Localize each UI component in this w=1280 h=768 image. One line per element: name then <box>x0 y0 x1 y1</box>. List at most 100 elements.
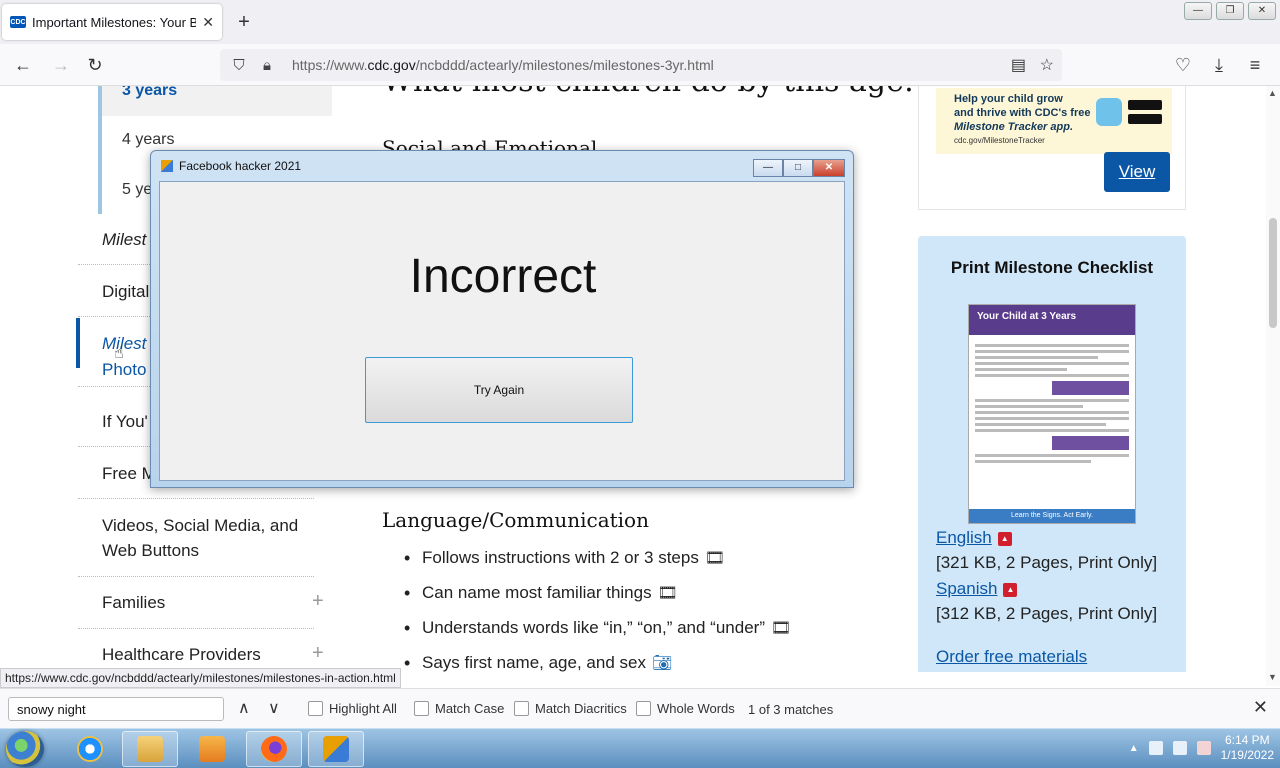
sidebar-subitem-5-years[interactable]: 5 ye <box>122 181 152 199</box>
close-tab-icon[interactable]: ✕ <box>202 14 214 31</box>
lock-icon[interactable]: 🔒︎ <box>256 57 278 74</box>
print-checklist-panel: Print Milestone Checklist Your Child at … <box>918 236 1186 672</box>
sidebar-subitem-4-years[interactable]: 4 years <box>122 131 174 149</box>
dialog-close-button[interactable]: ✕ <box>813 159 845 177</box>
reload-icon[interactable]: ↻ <box>84 54 106 76</box>
minimize-button[interactable]: — <box>1184 2 1212 20</box>
start-button-icon[interactable] <box>6 731 44 767</box>
url-text[interactable]: https://www.cdc.gov/ncbddd/actearly/mile… <box>292 57 714 73</box>
match-case-checkbox[interactable]: Match Case <box>414 701 504 716</box>
cdc-favicon-icon: CDC <box>10 16 26 28</box>
pdf-icon: ▲ <box>997 531 1012 546</box>
checkbox-box[interactable] <box>414 701 429 716</box>
promo-line: Milestone Tracker app. <box>954 121 1074 133</box>
list-item: Says first name, age, and sex 📷︎ <box>404 651 791 672</box>
checkbox-label: Match Diacritics <box>535 701 627 716</box>
reader-view-icon[interactable]: ▤ <box>1011 55 1026 75</box>
checkbox-box[interactable] <box>514 701 529 716</box>
tab-strip: CDC Important Milestones: Your Bab ✕ + —… <box>0 0 1280 44</box>
back-icon[interactable]: ← <box>12 54 34 76</box>
match-count: 1 of 3 matches <box>748 702 834 717</box>
spanish-pdf-link[interactable]: Spanish ▲ <box>936 579 1018 599</box>
downloads-icon[interactable]: ⤓ <box>1208 54 1230 76</box>
restore-button[interactable]: ❐ <box>1216 2 1244 20</box>
windows-taskbar: ▲ 6:14 PM 1/19/2022 <box>0 728 1280 768</box>
video-icon[interactable]: 🎞︎ <box>705 547 725 571</box>
list-item-text: Follows instructions with 2 or 3 steps <box>422 548 699 567</box>
try-again-button[interactable]: Try Again <box>365 357 633 423</box>
taskbar-hacker-app[interactable] <box>308 731 364 767</box>
system-tray: ▲ 6:14 PM 1/19/2022 <box>1129 733 1274 763</box>
close-find-bar-icon[interactable]: ✕ <box>1253 697 1268 718</box>
taskbar-internet-explorer[interactable] <box>62 731 118 767</box>
checkbox-label: Highlight All <box>329 701 397 716</box>
scroll-up-icon[interactable]: ▲ <box>1268 88 1277 98</box>
sidebar-item-milestones[interactable]: Milest <box>102 230 146 250</box>
promo-line: Help your child grow <box>954 93 1063 105</box>
milestone-tracker-promo[interactable]: Help your child grow and thrive with CDC… <box>936 88 1172 154</box>
new-tab-button[interactable]: + <box>232 10 256 34</box>
english-pdf-link[interactable]: English ▲ <box>936 528 1012 548</box>
browser-tab[interactable]: CDC Important Milestones: Your Bab ✕ <box>2 4 222 40</box>
sidebar-item-milestones-photos[interactable]: Milest <box>102 334 146 354</box>
match-diacritics-checkbox[interactable]: Match Diacritics <box>514 701 627 716</box>
sidebar-subitem-3-years[interactable]: 3 years <box>122 86 177 100</box>
whole-words-checkbox[interactable]: Whole Words <box>636 701 735 716</box>
pocket-icon[interactable]: ♡ <box>1172 54 1194 76</box>
network-icon[interactable] <box>1172 741 1187 755</box>
page-scrollbar[interactable]: ▲ ▼ <box>1266 86 1280 686</box>
divider <box>78 628 314 629</box>
sidebar-item-healthcare-providers[interactable]: Healthcare Providers <box>102 645 261 665</box>
spanish-file-info: [312 KB, 2 Pages, Print Only] <box>936 604 1158 623</box>
list-item: Follows instructions with 2 or 3 steps 🎞︎ <box>404 546 791 581</box>
checklist-thumbnail[interactable]: Your Child at 3 Years Learn the Signs. A… <box>968 304 1136 524</box>
sidebar-item-photos[interactable]: Photo <box>102 360 146 380</box>
action-center-flag-icon[interactable] <box>1148 741 1163 755</box>
scrollbar-thumb[interactable] <box>1269 218 1277 328</box>
sidebar-item-digital[interactable]: Digital <box>102 282 149 302</box>
taskbar-file-explorer[interactable] <box>122 731 178 767</box>
sidebar-item-videos-line2[interactable]: Web Buttons <box>102 541 199 561</box>
dialog-minimize-button[interactable]: — <box>753 159 783 177</box>
menu-icon[interactable]: ≡ <box>1244 54 1266 76</box>
find-next-icon[interactable]: ∨ <box>268 698 280 718</box>
dialog-titlebar: Facebook hacker 2021 <box>161 159 301 173</box>
sidebar-item-families[interactable]: Families <box>102 593 165 613</box>
forward-icon[interactable]: → <box>50 54 72 76</box>
dialog-title: Facebook hacker 2021 <box>179 159 302 173</box>
checkbox-box[interactable] <box>636 701 651 716</box>
checklist-title: Print Milestone Checklist <box>950 258 1154 277</box>
camera-icon[interactable]: 📷︎ <box>652 652 672 672</box>
page-heading: What most children do by this age: <box>382 86 914 99</box>
sidebar-item-free-materials[interactable]: Free M <box>102 464 156 484</box>
system-clock[interactable]: 6:14 PM 1/19/2022 <box>1221 733 1274 763</box>
expand-healthcare-icon[interactable]: + <box>312 642 324 665</box>
shield-icon[interactable]: ⛉ <box>228 57 250 74</box>
video-icon[interactable]: 🎞︎ <box>771 617 791 641</box>
scroll-down-icon[interactable]: ▼ <box>1268 672 1277 682</box>
taskbar-media-player[interactable] <box>184 731 240 767</box>
close-window-button[interactable]: ✕ <box>1248 2 1276 20</box>
list-item-text: Says first name, age, and sex <box>422 653 646 672</box>
find-previous-icon[interactable]: ∧ <box>238 698 250 718</box>
navigation-toolbar: ← → ↻ ⛉ 🔒︎ https://www.cdc.gov/ncbddd/ac… <box>0 44 1280 86</box>
expand-families-icon[interactable]: + <box>312 590 324 613</box>
address-bar[interactable]: ⛉ 🔒︎ https://www.cdc.gov/ncbddd/actearly… <box>220 49 1062 81</box>
find-input[interactable] <box>8 697 224 721</box>
video-icon[interactable]: 🎞︎ <box>658 582 678 606</box>
sidebar-item-videos-line1[interactable]: Videos, Social Media, and <box>102 516 298 536</box>
thumbnail-header: Your Child at 3 Years <box>969 305 1135 335</box>
phone-app-icon <box>1096 98 1122 126</box>
view-button[interactable]: View <box>1104 152 1170 192</box>
taskbar-firefox[interactable] <box>246 731 302 767</box>
highlight-all-checkbox[interactable]: Highlight All <box>308 701 397 716</box>
order-materials-link[interactable]: Order free materials <box>936 647 1087 667</box>
hacker-dialog-window: Facebook hacker 2021 — □ ✕ Incorrect Try… <box>150 150 854 488</box>
volume-muted-icon[interactable] <box>1196 741 1211 755</box>
sidebar-item-if-youre-concerned[interactable]: If You' <box>102 412 148 432</box>
checkbox-box[interactable] <box>308 701 323 716</box>
dialog-maximize-button[interactable]: □ <box>783 159 813 177</box>
find-bar: ∧ ∨ Highlight All Match Case Match Diacr… <box>0 688 1280 728</box>
bookmark-star-icon[interactable]: ☆ <box>1040 55 1054 75</box>
show-hidden-icons-icon[interactable]: ▲ <box>1129 743 1139 754</box>
